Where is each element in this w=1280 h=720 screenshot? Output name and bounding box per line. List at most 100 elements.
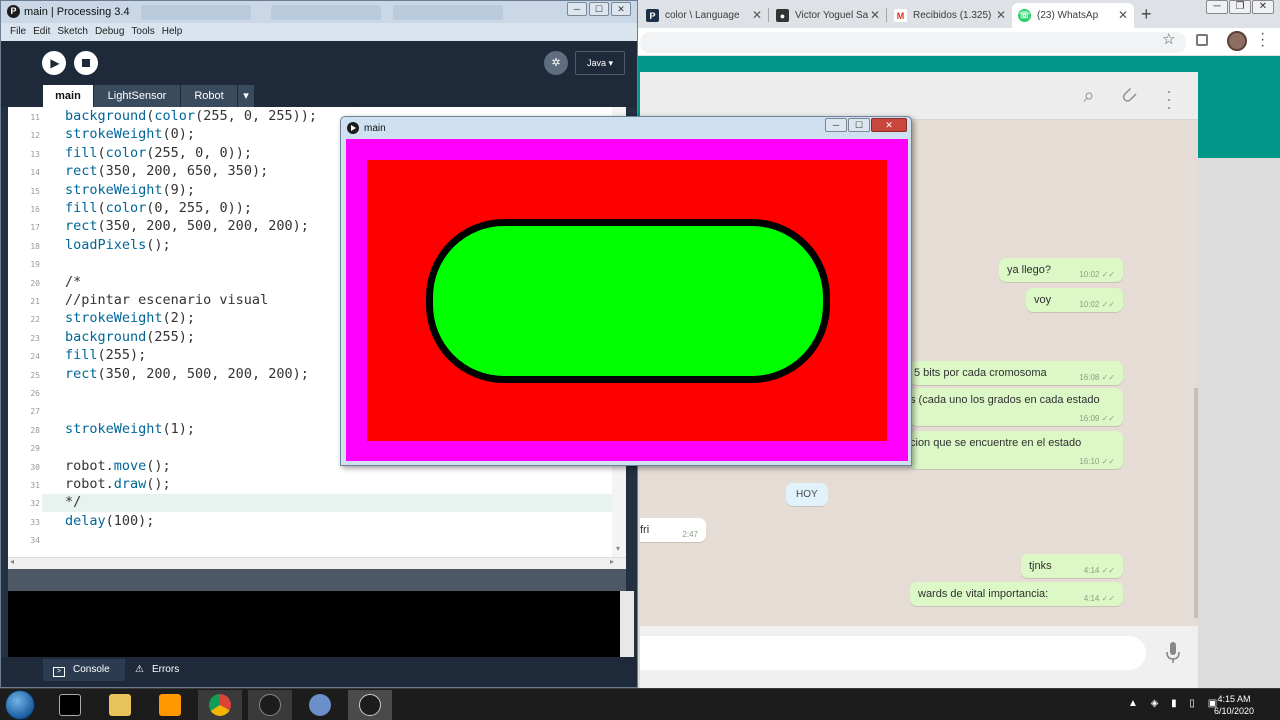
chrome-tab-language[interactable]: P color \ Language ✕ [640,3,768,28]
incoming-message-bubble[interactable]: fri 2:47 [640,518,706,542]
taskbar-processing[interactable] [248,690,292,720]
taskbar-clock[interactable]: 4:15 AM 6/10/2020 [1204,693,1264,717]
sketch-maximize-button[interactable]: ☐ [848,118,870,132]
code-line: strokeWeight(2); [65,310,196,327]
attach-icon[interactable]: ⊂ [1112,79,1146,113]
message-bubble[interactable]: wards de vital importancia: 4:14 [910,582,1123,606]
sketch-close-button[interactable]: ✕ [871,118,907,132]
whatsapp-margin [1198,158,1280,688]
ide-minimize-button[interactable]: ─ [567,2,587,16]
close-tab-icon[interactable]: ✕ [996,8,1006,22]
chrome-tab-gmail[interactable]: M Recibidos (1.325) ✕ [888,3,1012,28]
line-number: 15 [30,186,40,196]
clock-date: 6/10/2020 [1213,706,1255,716]
message-bubble[interactable]: ya llego? 10:02 [999,258,1123,282]
taskbar-cmd[interactable] [48,690,92,720]
person-icon: ● [776,9,789,22]
profile-avatar[interactable] [1227,31,1247,51]
processing-run-icon [347,122,359,134]
code-line: */ [65,494,82,511]
close-tab-icon[interactable]: ✕ [1118,8,1128,22]
taskbar-sublime[interactable] [148,690,192,720]
taskbar-chrome[interactable] [198,690,242,720]
green-rounded-rectangle [426,219,830,383]
chrome-minimize-button[interactable]: ─ [1206,0,1228,14]
menu-debug[interactable]: Debug [95,23,124,41]
chat-menu-icon[interactable]: · · · [1157,82,1181,116]
code-line: rect(350, 200, 500, 200, 200); [65,365,309,382]
code-line: robot.draw(); [65,476,171,492]
chrome-menu-icon[interactable]: · · · [1260,26,1265,54]
message-text: tjnks [1029,560,1052,572]
windows-taskbar: ▲ ◈ ▮ ▯ ▣ 4:15 AM 6/10/2020 [0,688,1280,720]
tabs-dropdown-icon[interactable]: ▾ [238,85,254,107]
close-tab-icon[interactable]: ✕ [752,8,762,22]
chat-scrollbar[interactable] [1194,388,1198,618]
tab-robot[interactable]: Robot [181,85,237,107]
chrome-close-button[interactable]: ✕ [1252,0,1274,14]
menu-edit[interactable]: Edit [33,23,50,41]
message-bubble[interactable]: 5 bits por cada cromosoma 16:08 [910,361,1123,385]
tab-title: (23) WhatsAp [1037,10,1099,21]
ide-maximize-button[interactable]: ☐ [589,2,609,16]
debugger-butterfly-icon[interactable]: ✲ [544,51,568,75]
message-text: 5 bits por cada cromosoma [914,367,1047,379]
paint-icon [309,694,331,716]
address-bar[interactable] [640,32,1186,53]
microphone-icon[interactable] [1166,642,1180,664]
menu-tools[interactable]: Tools [131,23,154,41]
sketch-canvas[interactable] [346,139,908,461]
line-number: 22 [30,315,40,325]
chrome-tab-victor[interactable]: ● Victor Yoguel Sa ✕ [770,3,886,28]
stop-button[interactable] [74,51,98,75]
message-time: 10:02 [1079,300,1115,309]
taskbar-sketch[interactable] [348,690,392,720]
code-line: delay(100); [65,512,155,529]
close-tab-icon[interactable]: ✕ [870,8,880,22]
start-button[interactable] [5,690,35,720]
sketch-window-controls: ─ ☐ ✕ [825,118,907,132]
console-output[interactable] [8,591,620,657]
run-button[interactable]: ▶ [42,51,66,75]
code-line: fill(255); [65,347,147,364]
message-time: 10:02 [1079,270,1115,279]
message-text: s (cada uno los grados en cada estado [910,394,1100,406]
console-tab[interactable]: > Console [43,659,125,681]
mode-selector[interactable]: Java ▾ [575,51,625,75]
ide-close-button[interactable]: ✕ [611,2,631,16]
search-icon[interactable]: ⌕ [1077,84,1101,108]
sketch-title-bar: main ─ ☐ ✕ [341,117,911,139]
menu-sketch[interactable]: Sketch [57,23,88,41]
console-scrollbar[interactable] [620,591,634,657]
tab-separator [768,8,769,22]
chrome-tab-whatsapp[interactable]: ☏ (23) WhatsAp ✕ [1012,3,1134,28]
taskbar-paint[interactable] [298,690,342,720]
message-input[interactable] [640,636,1146,670]
tab-main[interactable]: main [43,85,93,107]
editor-horizontal-scrollbar[interactable] [8,557,626,569]
message-bubble[interactable]: tjnks 4:14 [1021,554,1123,578]
terminal-icon [59,694,81,716]
bookmark-star-icon[interactable]: ☆ [1162,30,1175,48]
taskbar-explorer[interactable] [98,690,142,720]
menu-help[interactable]: Help [162,23,183,41]
new-tab-button[interactable]: + [1141,4,1152,25]
line-number: 24 [30,352,40,362]
ide-window-controls: ─ ☐ ✕ [567,2,631,16]
message-bubble[interactable]: cion que se encuentre en el estado 16:10 [910,431,1123,469]
menu-file[interactable]: File [10,23,26,41]
extension-icon[interactable] [1196,34,1208,46]
line-number: 16 [30,205,40,214]
message-bubble[interactable]: s (cada uno los grados en cada estado 16… [910,388,1123,426]
message-time: 16:08 [1079,373,1115,382]
tab-lightsensor[interactable]: LightSensor [94,85,180,107]
sketch-minimize-button[interactable]: ─ [825,118,847,132]
console-tab-bar: > Console ⚠ Errors [1,657,637,687]
code-line: rect(350, 200, 500, 200, 200); [65,218,309,235]
chrome-restore-button[interactable]: ❐ [1229,0,1251,14]
processing-logo-icon: P [7,5,20,18]
errors-tab[interactable]: ⚠ Errors [125,659,195,681]
message-time: 4:14 [1084,594,1115,603]
day-separator-chip: HOY [786,483,828,506]
message-bubble[interactable]: voy 10:02 [1026,288,1123,312]
